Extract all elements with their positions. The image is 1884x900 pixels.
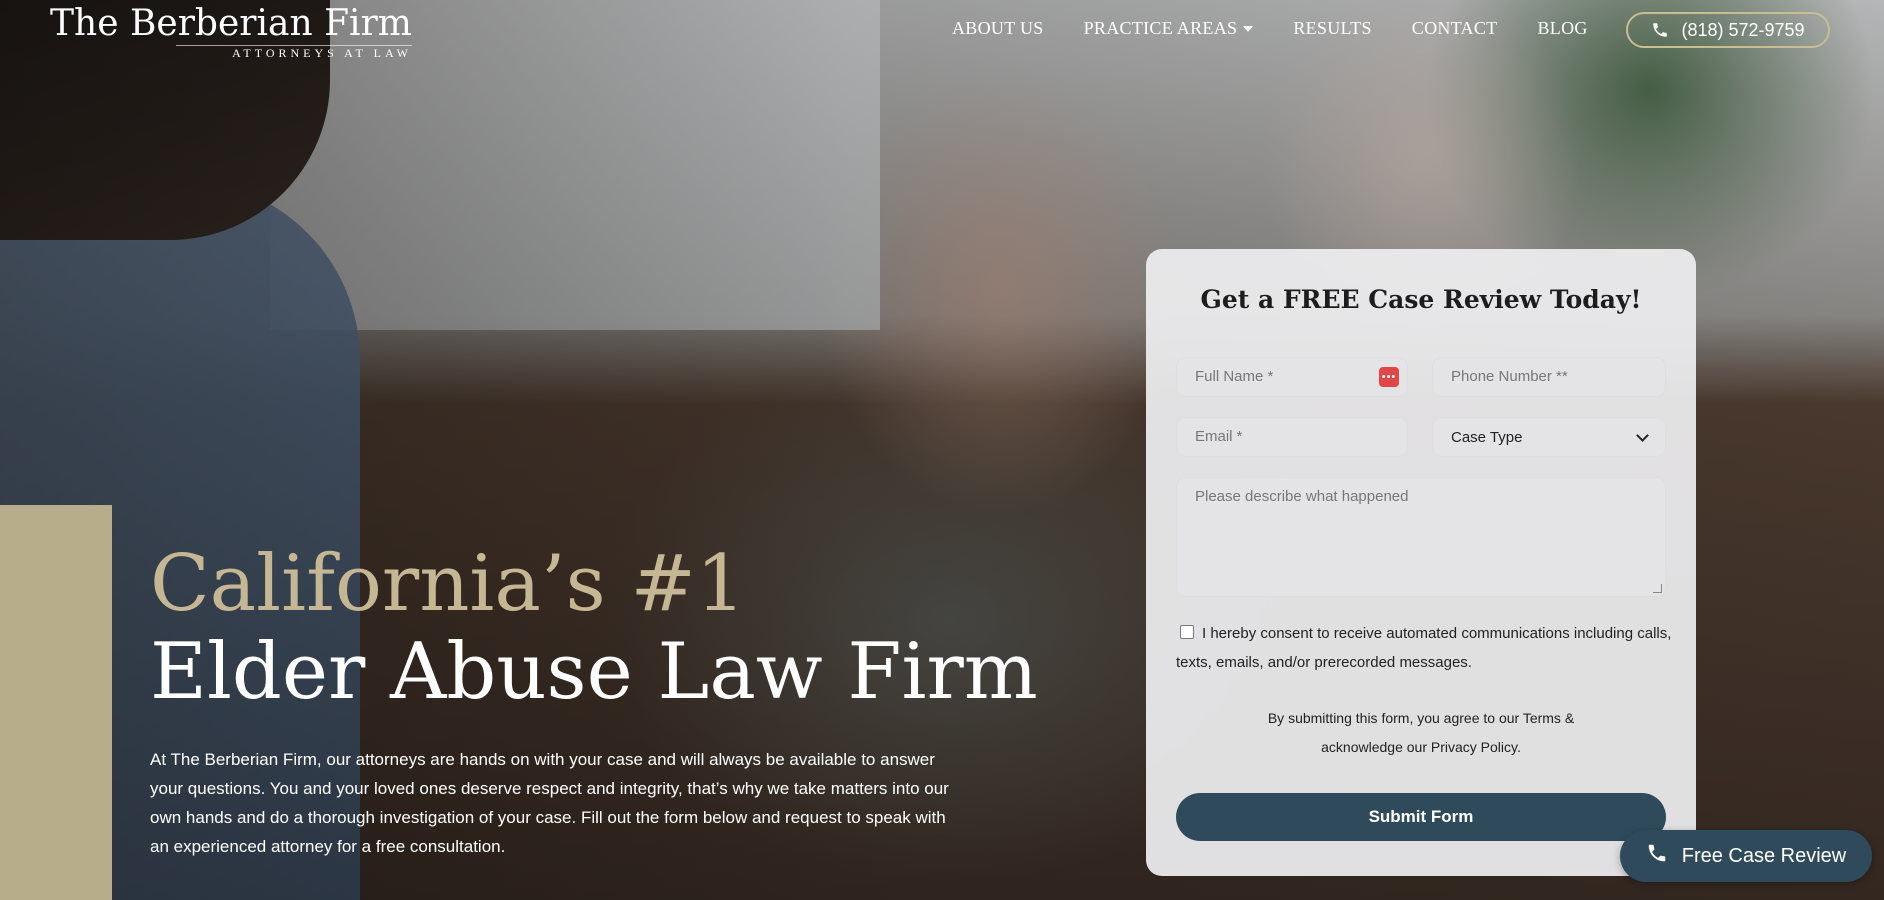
email-input[interactable]: Email * (1176, 417, 1408, 457)
nav-item-label: ABOUT US (952, 18, 1044, 38)
nav-item-label: PRACTICE AREAS (1083, 18, 1238, 38)
site-logo[interactable]: The Berberian Firm ATTORNEYS AT LAW (50, 4, 412, 62)
case-type-value: Case Type (1451, 428, 1523, 446)
description-placeholder: Please describe what happened (1195, 488, 1409, 505)
email-placeholder: Email * (1195, 428, 1243, 445)
nav-item-contact[interactable]: CONTACT (1412, 18, 1498, 39)
hero-title-line1: California’s #1 (150, 539, 746, 629)
consent-text: I hereby consent to receive automated co… (1176, 625, 1672, 671)
description-textarea[interactable]: Please describe what happened (1176, 477, 1666, 597)
header-phone-button[interactable]: (818) 572-9759 (1626, 12, 1830, 48)
full-name-input[interactable]: Full Name * ••• (1176, 357, 1408, 397)
submit-button[interactable]: Submit Form (1176, 793, 1666, 841)
phone-number-placeholder: Phone Number ** (1451, 368, 1568, 385)
nav-item-results[interactable]: RESULTS (1293, 18, 1371, 39)
hero-heading: California’s #1 Elder Abuse Law Firm (150, 540, 1038, 716)
nav-item-practice-areas[interactable]: PRACTICE AREAS (1084, 18, 1254, 39)
free-case-review-button[interactable]: Free Case Review (1620, 830, 1872, 882)
nav-item-blog[interactable]: BLOG (1537, 18, 1587, 39)
consent-checkbox[interactable] (1180, 625, 1194, 639)
terms-text: By submitting this form, you agree to ou… (1267, 710, 1575, 755)
gold-accent-strip (0, 505, 112, 900)
caret-down-icon (1243, 25, 1254, 32)
header-phone-number: (818) 572-9759 (1681, 19, 1805, 40)
nav-item-label: CONTACT (1411, 18, 1498, 38)
case-review-form: Get a FREE Case Review Today! Full Name … (1146, 249, 1696, 876)
terms-notice: By submitting this form, you agree to ou… (1146, 704, 1696, 762)
logo-name: The Berberian Firm (50, 3, 412, 44)
hero-title-line2: Elder Abuse Law Firm (150, 627, 1038, 717)
phone-number-input[interactable]: Phone Number ** (1432, 357, 1666, 397)
chevron-down-icon (1636, 428, 1649, 442)
hero-description: At The Berberian Firm, our attorneys are… (150, 750, 949, 856)
full-name-placeholder: Full Name * (1195, 368, 1274, 385)
nav-item-label: BLOG (1537, 18, 1588, 38)
form-title: Get a FREE Case Review Today! (1200, 285, 1642, 314)
nav-item-label: RESULTS (1293, 18, 1372, 38)
free-case-review-label: Free Case Review (1681, 844, 1847, 867)
logo-tagline: ATTORNEYS AT LAW (176, 45, 412, 61)
password-manager-icon[interactable]: ••• (1379, 367, 1399, 387)
consent-row: I hereby consent to receive automated co… (1176, 619, 1676, 677)
phone-icon (1646, 842, 1668, 870)
phone-icon (1651, 21, 1669, 39)
main-nav: ABOUT US PRACTICE AREAS RESULTS CONTACT … (952, 18, 1588, 39)
resize-handle-icon[interactable] (1653, 584, 1662, 593)
case-type-select[interactable]: Case Type (1432, 417, 1666, 457)
nav-item-about-us[interactable]: ABOUT US (952, 18, 1044, 39)
